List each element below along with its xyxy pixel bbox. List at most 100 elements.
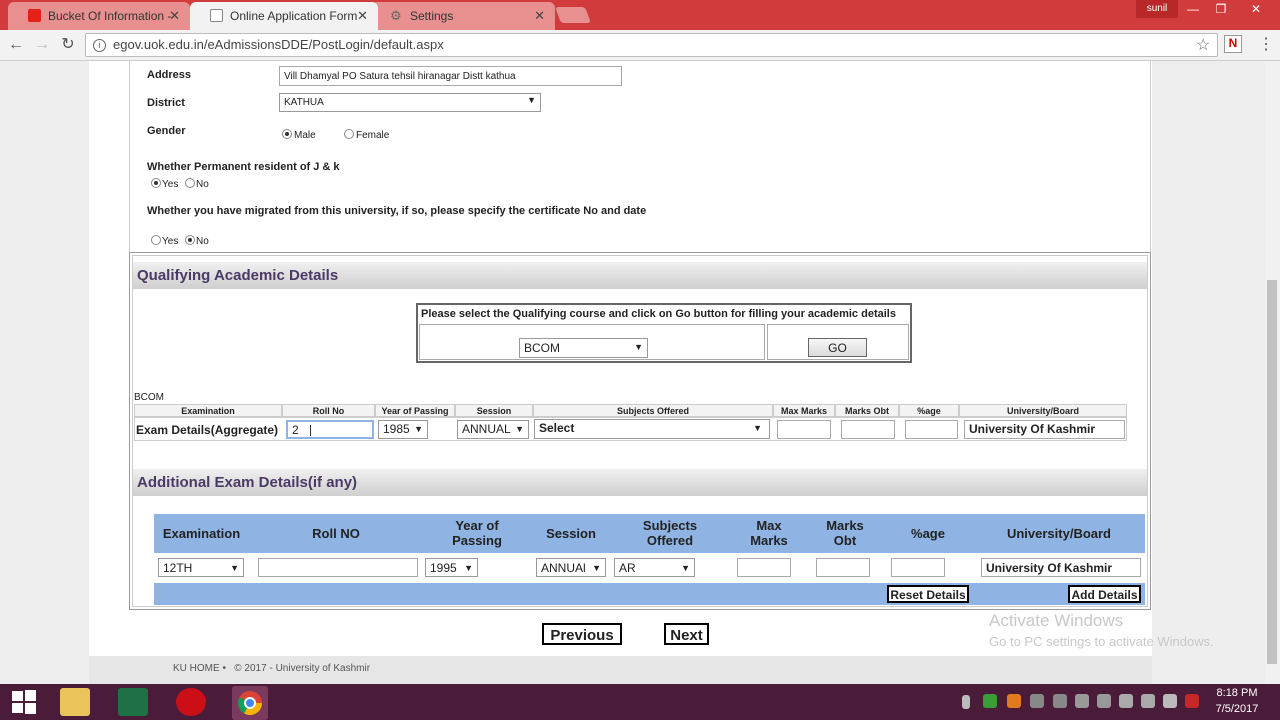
address-bar[interactable]: i egov.uok.edu.in/eAdmissionsDDE/PostLog… xyxy=(85,33,1218,57)
col-year: Year of Passing xyxy=(375,404,455,417)
marks-obt-input[interactable] xyxy=(841,420,895,439)
course-select[interactable]: BCOM ▼ xyxy=(519,338,648,358)
gender-female-radio[interactable] xyxy=(344,129,354,139)
chevron-down-icon: ▼ xyxy=(753,423,762,433)
info-icon[interactable]: i xyxy=(93,39,106,52)
district-label: District xyxy=(147,97,185,109)
course-instruction: Please select the Qualifying course and … xyxy=(421,308,896,320)
chrome-taskbar-button[interactable] xyxy=(232,686,268,720)
close-icon[interactable]: ✕ xyxy=(534,8,545,24)
district-value: KATHUA xyxy=(284,97,324,108)
permanent-yes-label: Yes xyxy=(162,179,179,190)
course-value: BCOM xyxy=(524,341,560,355)
migrated-label: Whether you have migrated from this univ… xyxy=(147,205,647,217)
go-button[interactable]: GO xyxy=(808,338,867,357)
close-window-icon[interactable]: ✕ xyxy=(1243,2,1269,20)
chevron-down-icon: ▼ xyxy=(230,563,239,573)
excel-icon[interactable] xyxy=(118,688,148,716)
restore-icon[interactable]: ❐ xyxy=(1208,2,1234,20)
year-select[interactable]: 1995 ▼ xyxy=(425,558,478,577)
next-button[interactable]: Next xyxy=(664,623,709,645)
tray-app-icon[interactable] xyxy=(983,694,997,708)
migrated-no-radio[interactable] xyxy=(185,235,195,245)
col-session: Session xyxy=(546,526,596,541)
permanent-no-radio[interactable] xyxy=(185,178,195,188)
scrollbar-thumb[interactable] xyxy=(1267,280,1277,664)
tray-app-icon[interactable] xyxy=(1007,694,1021,708)
address-input[interactable]: Vill Dhamyal PO Satura tehsil hiranagar … xyxy=(279,66,622,86)
roll-no-input[interactable]: 2 xyxy=(286,420,374,439)
close-icon[interactable]: ✕ xyxy=(357,8,368,24)
windows-start-icon[interactable] xyxy=(12,690,36,714)
district-select[interactable]: KATHUA ▼ xyxy=(279,93,541,112)
tab-bucket-of-information[interactable]: Bucket Of Information - ✕ xyxy=(8,2,190,30)
back-icon[interactable]: ← xyxy=(5,34,27,56)
marks-obt-input[interactable] xyxy=(816,558,870,577)
exam-select[interactable]: 12TH ▼ xyxy=(158,558,244,577)
col-examination: Examination xyxy=(134,404,282,417)
add-details-button[interactable]: Add Details xyxy=(1068,585,1141,603)
tab-online-application-form[interactable]: Online Application Form ✕ xyxy=(190,2,378,30)
university-input[interactable]: University Of Kashmir xyxy=(964,420,1125,439)
gender-male-label: Male xyxy=(294,130,316,141)
address-label: Address xyxy=(147,69,192,81)
permanent-resident-label: Whether Permanent resident of J & k xyxy=(147,161,340,173)
network-icon[interactable] xyxy=(1097,694,1111,708)
session-value: ANNUAL xyxy=(462,422,511,436)
chrome-icon xyxy=(237,691,262,716)
tab-title: Bucket Of Information - xyxy=(48,9,172,23)
year-select[interactable]: 1985 ▼ xyxy=(378,420,428,439)
microphone-icon[interactable] xyxy=(962,695,970,709)
tray-app-icon[interactable] xyxy=(1030,694,1044,708)
tray-app-icon[interactable] xyxy=(1075,694,1089,708)
bookmark-star-icon[interactable]: ☆ xyxy=(1196,35,1210,55)
migrated-yes-radio[interactable] xyxy=(151,235,161,245)
url-text: egov.uok.edu.in/eAdmissionsDDE/PostLogin… xyxy=(113,37,444,52)
gender-male-radio[interactable] xyxy=(282,129,292,139)
forward-icon[interactable]: → xyxy=(31,34,53,56)
clock-date[interactable]: 7/5/2017 xyxy=(1212,703,1262,715)
university-input[interactable]: University Of Kashmir xyxy=(981,558,1141,577)
reset-details-button[interactable]: Reset Details xyxy=(887,585,969,603)
close-icon[interactable]: ✕ xyxy=(169,8,180,24)
tab-settings[interactable]: ⚙ Settings ✕ xyxy=(370,2,555,30)
subjects-select[interactable]: AR ▼ xyxy=(614,558,695,577)
minimize-icon[interactable]: — xyxy=(1180,2,1206,20)
tray-app-icon[interactable] xyxy=(1053,694,1067,708)
col-roll-no: Roll No xyxy=(282,404,375,417)
youtube-icon xyxy=(28,9,41,22)
percentage-input[interactable] xyxy=(905,420,958,439)
session-select[interactable]: ANNUAl ▼ xyxy=(536,558,606,577)
percentage-input[interactable] xyxy=(891,558,945,577)
previous-button[interactable]: Previous xyxy=(542,623,622,645)
session-select[interactable]: ANNUAL ▼ xyxy=(457,420,529,439)
permanent-yes-radio[interactable] xyxy=(151,178,161,188)
tray-app-icon[interactable] xyxy=(1141,694,1155,708)
clock-time[interactable]: 8:18 PM xyxy=(1212,687,1262,699)
file-explorer-icon[interactable] xyxy=(60,688,90,716)
migrated-yes-label: Yes xyxy=(162,236,179,247)
col-roll-no: Roll NO xyxy=(312,526,360,541)
year-value: 1995 xyxy=(430,561,457,575)
volume-icon[interactable] xyxy=(1163,694,1177,708)
col-marks-obt: Marks Obt xyxy=(835,404,899,417)
permanent-no-label: No xyxy=(196,179,209,190)
reload-icon[interactable]: ↻ xyxy=(57,34,79,56)
col-year: Year of Passing xyxy=(452,518,502,548)
extension-icon[interactable]: N xyxy=(1224,35,1242,53)
profile-button[interactable]: sunil xyxy=(1136,0,1178,18)
tab-title: Settings xyxy=(410,9,454,23)
tray-app-icon[interactable] xyxy=(1119,694,1133,708)
text-cursor-icon xyxy=(310,425,312,436)
new-tab-button[interactable] xyxy=(555,7,591,23)
col-subjects: Subjects Offered xyxy=(533,404,773,417)
page-icon xyxy=(210,9,223,22)
security-shield-icon[interactable] xyxy=(1185,694,1199,708)
max-marks-input[interactable] xyxy=(777,420,831,439)
opera-icon[interactable] xyxy=(176,688,206,716)
menu-icon[interactable]: ⋮ xyxy=(1258,34,1274,54)
subjects-select[interactable]: Select ▼ xyxy=(534,419,770,439)
activate-windows-title: Activate Windows xyxy=(989,611,1124,630)
max-marks-input[interactable] xyxy=(737,558,791,577)
roll-no-input[interactable] xyxy=(258,558,418,577)
